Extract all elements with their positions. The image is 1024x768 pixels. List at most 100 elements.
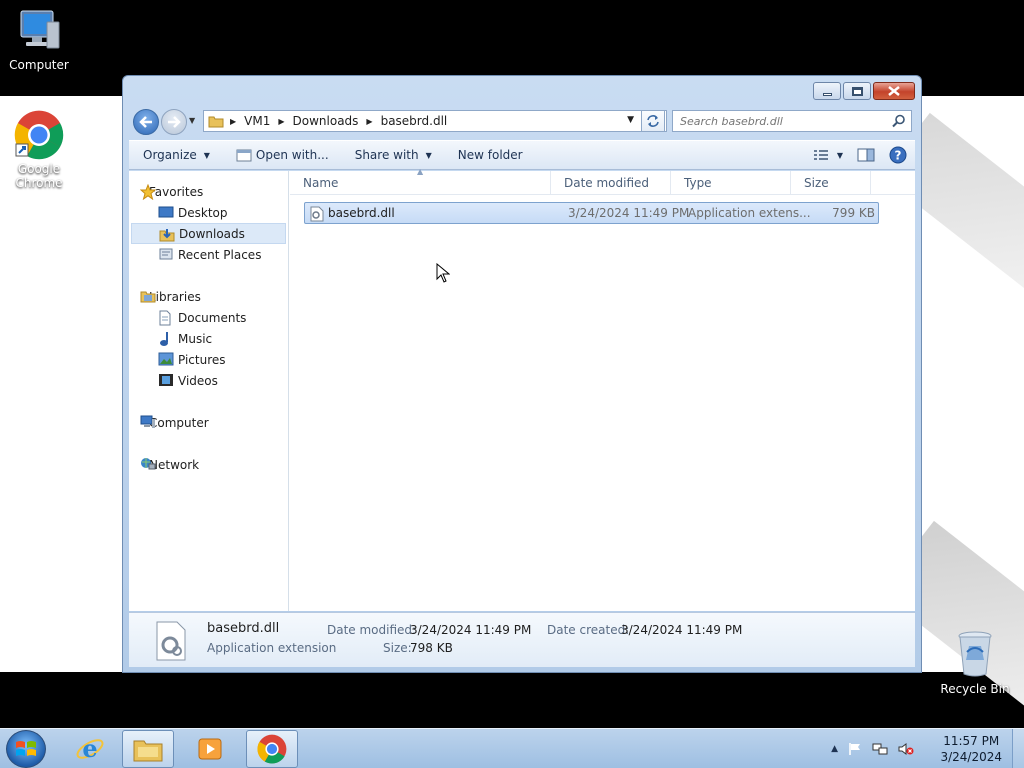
- recent-places-icon: [159, 248, 173, 260]
- close-button[interactable]: [873, 82, 915, 100]
- recycle-bin-icon: [958, 631, 992, 677]
- maximize-button[interactable]: [843, 82, 871, 100]
- column-type[interactable]: Type: [671, 171, 791, 195]
- nav-music[interactable]: Music: [129, 328, 288, 349]
- file-list: Name ▲ Date modified Type Size basebrd.d…: [290, 167, 915, 611]
- address-bar[interactable]: ▶ VM1 ▶ Downloads ▶ basebrd.dll ▼: [203, 110, 667, 132]
- chevron-down-icon: ▼: [425, 150, 432, 160]
- details-date-created: 3/24/2024 11:49 PM: [621, 623, 743, 637]
- nav-label: Desktop: [178, 205, 228, 220]
- open-with-label: Open with...: [255, 148, 329, 162]
- open-with-button[interactable]: Open with...: [236, 148, 329, 162]
- chrome-icon: [14, 110, 64, 160]
- search-icon[interactable]: [892, 114, 906, 128]
- nav-label: Downloads: [179, 226, 245, 241]
- recent-pages-dropdown[interactable]: ▼: [189, 116, 195, 125]
- nav-label: Documents: [178, 310, 247, 325]
- nav-label: Recent Places: [178, 247, 262, 262]
- breadcrumb-downloads[interactable]: Downloads: [293, 114, 359, 128]
- nav-libraries[interactable]: Libraries: [129, 286, 288, 307]
- nav-desktop[interactable]: Desktop: [129, 202, 288, 223]
- nav-computer[interactable]: Computer: [129, 412, 288, 433]
- taskbar-internet-explorer[interactable]: e: [64, 730, 116, 768]
- nav-label: Music: [178, 331, 213, 346]
- nav-videos[interactable]: Videos: [129, 370, 288, 391]
- desktop-icon-google-chrome[interactable]: Google Chrome: [0, 110, 78, 190]
- details-size: 798 KB: [410, 641, 453, 655]
- back-button[interactable]: [133, 109, 159, 135]
- details-date-modified: 3/24/2024 11:49 PM: [410, 623, 532, 637]
- taskbar-google-chrome[interactable]: [246, 730, 298, 768]
- system-tray: ▲: [831, 729, 914, 768]
- media-player-icon: [198, 738, 222, 760]
- file-date-modified: 3/24/2024 11:49 PM: [568, 206, 690, 220]
- star-icon: [140, 184, 156, 200]
- change-view-button[interactable]: ▼: [813, 149, 843, 161]
- documents-icon: [159, 310, 171, 326]
- search-box[interactable]: [672, 110, 912, 132]
- window-controls: [813, 82, 915, 100]
- taskbar-windows-explorer[interactable]: [122, 730, 174, 768]
- details-pane: basebrd.dll Application extension Date m…: [129, 612, 915, 667]
- breadcrumb-vm1[interactable]: VM1: [244, 114, 270, 128]
- minimize-button[interactable]: [813, 82, 841, 100]
- explorer-folder-icon: [133, 740, 163, 762]
- desktop-icon-computer[interactable]: Computer: [0, 8, 78, 72]
- nav-recent-places[interactable]: Recent Places: [129, 244, 288, 265]
- address-history-dropdown[interactable]: ▼: [627, 115, 634, 125]
- file-row[interactable]: basebrd.dll 3/24/2024 11:49 PM Applicati…: [304, 202, 879, 224]
- breadcrumb-separator[interactable]: ▶: [278, 117, 284, 126]
- nav-downloads[interactable]: Downloads: [131, 223, 286, 244]
- chevron-down-icon: ▼: [203, 150, 210, 160]
- nav-documents[interactable]: Documents: [129, 307, 288, 328]
- chrome-icon: [257, 734, 287, 764]
- explorer-window: ▼ ▶ VM1 ▶ Downloads ▶ basebrd.dll ▼ Orga…: [122, 75, 922, 673]
- organize-button[interactable]: Organize ▼: [143, 148, 210, 162]
- clock[interactable]: 11:57 PM 3/24/2024: [940, 733, 1002, 765]
- column-name[interactable]: Name ▲: [290, 167, 551, 195]
- taskbar-media-player[interactable]: [184, 730, 236, 768]
- preview-pane-icon[interactable]: [857, 148, 875, 162]
- details-file-name: basebrd.dll: [207, 621, 280, 636]
- column-date-modified[interactable]: Date modified: [551, 171, 671, 195]
- file-type: Application extens...: [688, 206, 811, 220]
- chevron-down-icon: ▼: [836, 150, 843, 160]
- breadcrumb-separator[interactable]: ▶: [230, 117, 236, 126]
- column-headers: Name ▲ Date modified Type Size: [290, 167, 915, 195]
- forward-button[interactable]: [161, 109, 187, 135]
- desktop-icon: [158, 206, 174, 218]
- new-folder-button[interactable]: New folder: [458, 148, 523, 162]
- share-with-label: Share with: [354, 148, 419, 162]
- windows-logo-icon: [16, 741, 36, 756]
- organize-label: Organize: [143, 148, 197, 162]
- arrow-right-icon: [168, 116, 181, 128]
- column-type-label: Type: [684, 176, 712, 190]
- details-date-created-label: Date created:: [547, 623, 630, 637]
- network-icon[interactable]: [872, 742, 888, 756]
- column-size-label: Size: [804, 176, 829, 190]
- file-size: 799 KB: [832, 206, 875, 220]
- volume-muted-icon[interactable]: [898, 742, 914, 756]
- breadcrumb-separator[interactable]: ▶: [366, 117, 372, 126]
- help-icon[interactable]: ?: [889, 146, 907, 164]
- refresh-button[interactable]: [641, 110, 665, 132]
- computer-icon: [140, 415, 155, 428]
- dll-file-icon: [310, 206, 324, 222]
- clock-date: 3/24/2024: [940, 750, 1002, 764]
- nav-network[interactable]: Network: [129, 454, 288, 475]
- show-hidden-icons-button[interactable]: ▲: [831, 744, 838, 754]
- column-size[interactable]: Size: [791, 171, 871, 195]
- show-desktop-button[interactable]: [1012, 729, 1024, 768]
- start-button[interactable]: [6, 730, 46, 768]
- computer-icon: [20, 10, 60, 49]
- breadcrumb-file[interactable]: basebrd.dll: [381, 114, 448, 128]
- share-with-button[interactable]: Share with ▼: [355, 148, 432, 162]
- nav-favorites[interactable]: Favorites: [129, 181, 288, 202]
- nav-label: Libraries: [149, 289, 201, 304]
- nav-pictures[interactable]: Pictures: [129, 349, 288, 370]
- search-input[interactable]: [680, 114, 880, 128]
- nav-label: Computer: [149, 415, 209, 430]
- action-center-flag-icon[interactable]: [848, 742, 862, 756]
- command-bar: Organize ▼ Open with... Share with ▼ New…: [129, 140, 915, 170]
- desktop-icon-recycle-bin[interactable]: Recycle Bin: [936, 630, 1014, 696]
